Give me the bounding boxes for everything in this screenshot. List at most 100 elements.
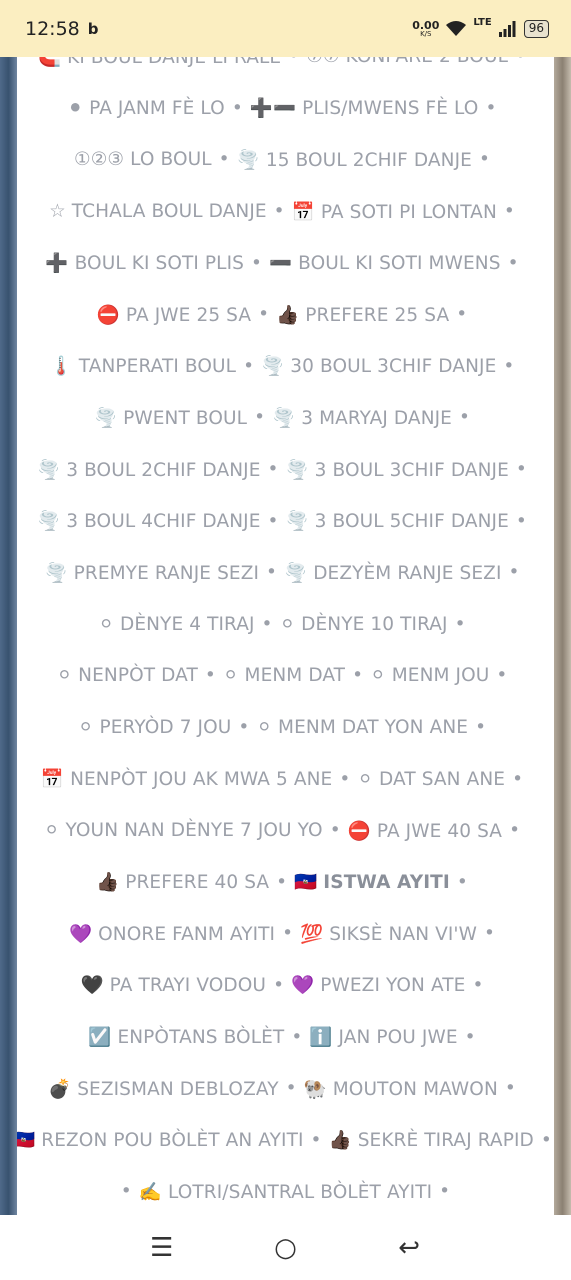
bullet-separator: •	[267, 510, 279, 532]
menu-link[interactable]: ☑️ ENPÒTANS BÒLÈT	[88, 1026, 284, 1048]
menu-link-emoji-icon: 👍🏿	[96, 872, 120, 894]
menu-link-emoji-icon: ➕➖	[249, 98, 297, 120]
menu-link[interactable]: ➖ BOUL KI SOTI MWENS	[269, 252, 501, 274]
bullet-separator: •	[291, 1026, 303, 1048]
bullet-separator: •	[472, 974, 484, 996]
menu-link[interactable]: 🌪️ 3 MARYAJ DANJE	[272, 407, 452, 429]
menu-link[interactable]: ⚪ DÈNYE 10 TIRAJ	[280, 614, 448, 635]
bullet-separator: •	[339, 768, 351, 790]
menu-link[interactable]: 📅 PA SOTI PI LONTAN	[292, 201, 497, 223]
menu-panel: 🧲 KI BOUL DANJE LI RALE • ⑦⑦ KONPARE 2 BOUL •…	[17, 57, 554, 1215]
menu-link[interactable]: 🇭🇹 REZON POU BÒLÈT AN AYITI	[17, 1129, 304, 1151]
lte-label: LTE	[473, 17, 492, 28]
menu-link[interactable]: 💜 PWEZI YON ATE	[291, 974, 465, 996]
menu-link-emoji-icon: 👍🏿	[276, 304, 300, 326]
menu-link[interactable]: 💯 SIKSÈ NAN VI'W	[300, 923, 477, 945]
menu-line: 🌪️ 3 BOUL 2CHIF DANJE • 🌪️ 3 BOUL 3CHIF DANJ…	[17, 444, 554, 496]
menu-link[interactable]: 🌪️ 3 BOUL 5CHIF DANJE	[286, 510, 509, 532]
status-icons: 0.00 K/S LTE 96	[412, 17, 549, 38]
menu-link[interactable]: 🖤 PA TRAYI VODOU	[81, 974, 267, 996]
status-time: 12:58	[25, 17, 80, 40]
menu-link[interactable]: ①②③ LO BOUL	[74, 149, 212, 170]
bullet-separator: •	[503, 201, 515, 223]
menu-link-label: DEZYÈM RANJE SEZI	[313, 562, 502, 584]
bullet-separator: •	[503, 355, 515, 377]
menu-link[interactable]: 🌪️ 30 BOUL 3CHIF DANJE	[261, 355, 496, 377]
menu-link[interactable]: ⚪ MENM JOU	[370, 665, 489, 686]
menu-link-label: DÈNYE 10 TIRAJ	[301, 613, 448, 635]
menu-link-emoji-icon: 🖤	[80, 975, 104, 997]
menu-button[interactable]: ☰	[142, 1233, 182, 1263]
menu-link[interactable]: ⚪ DAT SAN ANE	[357, 769, 505, 790]
menu-link[interactable]: ⑦⑦ KONPARE 2 BOUL	[306, 57, 508, 67]
menu-link[interactable]: ℹ️ JAN POU JWE	[309, 1026, 457, 1048]
menu-link[interactable]: ⚪ DÈNYE 4 TIRAJ	[98, 614, 254, 635]
bullet-separator: •	[456, 304, 468, 326]
menu-link[interactable]: 🇭🇹 ISTWA AYITI	[294, 871, 450, 893]
menu-link-emoji-icon: ①②③	[74, 149, 125, 171]
menu-link[interactable]: 🌪️ 15 BOUL 2CHIF DANJE	[237, 149, 472, 171]
menu-link[interactable]: 🐏 MOUTON MAWON	[304, 1078, 498, 1100]
menu-link-emoji-icon: ⚪	[256, 717, 273, 739]
menu-link-label: PA JWE 40 SA	[376, 820, 503, 842]
bullet-separator: •	[251, 252, 263, 274]
bullet-separator: •	[456, 871, 468, 893]
menu-link[interactable]: 🧲 KI BOUL DANJE LI RALE	[38, 57, 281, 68]
menu-link-emoji-icon: 🌪️	[37, 511, 61, 533]
menu-link[interactable]: ⚪ YOUN NAN DÈNYE 7 JOU YO	[44, 820, 323, 841]
menu-link[interactable]: 💣 SEZISMAN DEBLOZAY	[48, 1078, 279, 1100]
menu-link[interactable]: ⚫ PA JANM FÈ LO	[68, 98, 225, 119]
menu-line: 🌡️ TANPERATI BOUL • 🌪️ 30 BOUL 3CHIF DANJE •	[17, 341, 554, 393]
menu-link-emoji-icon: 📅	[291, 201, 315, 223]
menu-link-emoji-icon: 🐏	[303, 1078, 327, 1100]
bullet-separator: •	[464, 1026, 476, 1048]
menu-link[interactable]: 🌡️ TANPERATI BOUL	[50, 355, 236, 377]
menu-link-label: KI BOUL DANJE LI RALE	[67, 57, 282, 68]
menu-link-emoji-icon: 🌪️	[261, 356, 285, 378]
menu-link[interactable]: 👍🏿 PREFERE 25 SA	[276, 304, 449, 326]
menu-link[interactable]: ⛔ PA JWE 25 SA	[97, 304, 251, 326]
bullet-separator: •	[238, 717, 250, 739]
menu-link[interactable]: ⛔ PA JWE 40 SA	[348, 820, 502, 842]
back-button[interactable]: ↩	[389, 1233, 429, 1263]
menu-link[interactable]: ☆ TCHALA BOUL DANJE	[49, 201, 267, 222]
menu-link[interactable]: 🌪️ 3 BOUL 3CHIF DANJE	[286, 459, 509, 481]
menu-link-emoji-icon: 💜	[68, 923, 93, 945]
menu-link-emoji-icon: 👍🏿	[328, 1130, 352, 1152]
menu-link-emoji-icon: ⚪	[77, 717, 94, 739]
menu-link[interactable]: 👍🏿 PREFERE 40 SA	[96, 871, 269, 893]
menu-link-label: 15 BOUL 2CHIF DANJE	[265, 149, 472, 171]
menu-link-emoji-icon: ⚪	[357, 768, 373, 790]
menu-link[interactable]: 🌪️ 3 BOUL 2CHIF DANJE	[37, 459, 260, 481]
menu-link-label: PREFERE 40 SA	[125, 872, 270, 894]
menu-link[interactable]: ✍️ LOTRI/SANTRAL BÒLÈT AYITI	[139, 1181, 432, 1203]
bullet-separator: •	[285, 1078, 297, 1100]
menu-link-label: 3 BOUL 4CHIF DANJE	[66, 511, 261, 533]
menu-link-emoji-icon: 💯	[300, 923, 324, 945]
menu-link[interactable]: 🌪️ PREMYE RANJE SEZI	[44, 562, 259, 584]
bullet-separator: •	[475, 717, 487, 739]
menu-link[interactable]: 💜 ONORE FANM AYITI	[69, 923, 275, 945]
menu-link-label: PERYÒD 7 JOU	[99, 717, 232, 739]
menu-link-label: KONPARE 2 BOUL	[346, 57, 508, 67]
menu-link[interactable]: ⚪ PERYÒD 7 JOU	[78, 717, 232, 738]
menu-link-emoji-icon: 🌪️	[272, 407, 296, 429]
menu-link[interactable]: 👍🏿 SEKRÈ TIRAJ RAPID	[329, 1129, 534, 1151]
menu-link[interactable]: 📅 NENPÒT JOU AK MWA 5 ANE	[41, 768, 332, 790]
menu-link[interactable]: 🌪️ DEZYÈM RANJE SEZI	[284, 562, 501, 584]
menu-link[interactable]: ➕➖ PLIS/MWENS FÈ LO	[250, 97, 479, 119]
menu-link[interactable]: ⚪ MENM DAT	[223, 665, 345, 686]
menu-link-emoji-icon: 🌪️	[285, 511, 309, 533]
menu-link[interactable]: 🌪️ PWENT BOUL	[94, 407, 247, 429]
menu-link-label: MENM DAT YON ANE	[278, 717, 469, 739]
menu-link-emoji-icon: ➖	[269, 253, 293, 275]
menu-link-emoji-icon: ⚪	[279, 613, 296, 635]
menu-link[interactable]: ⚪ MENM DAT YON ANE	[256, 717, 468, 738]
menu-link[interactable]: ➕ BOUL KI SOTI PLIS	[45, 252, 244, 274]
menu-link-emoji-icon: 🌪️	[37, 459, 61, 481]
menu-link[interactable]: 🌪️ 3 BOUL 4CHIF DANJE	[37, 510, 260, 532]
bullet-separator: •	[508, 562, 520, 584]
bullet-separator: •	[120, 1181, 132, 1203]
menu-link[interactable]: ⚪ NENPÒT DAT	[57, 665, 198, 686]
home-button[interactable]: ○	[265, 1233, 305, 1263]
